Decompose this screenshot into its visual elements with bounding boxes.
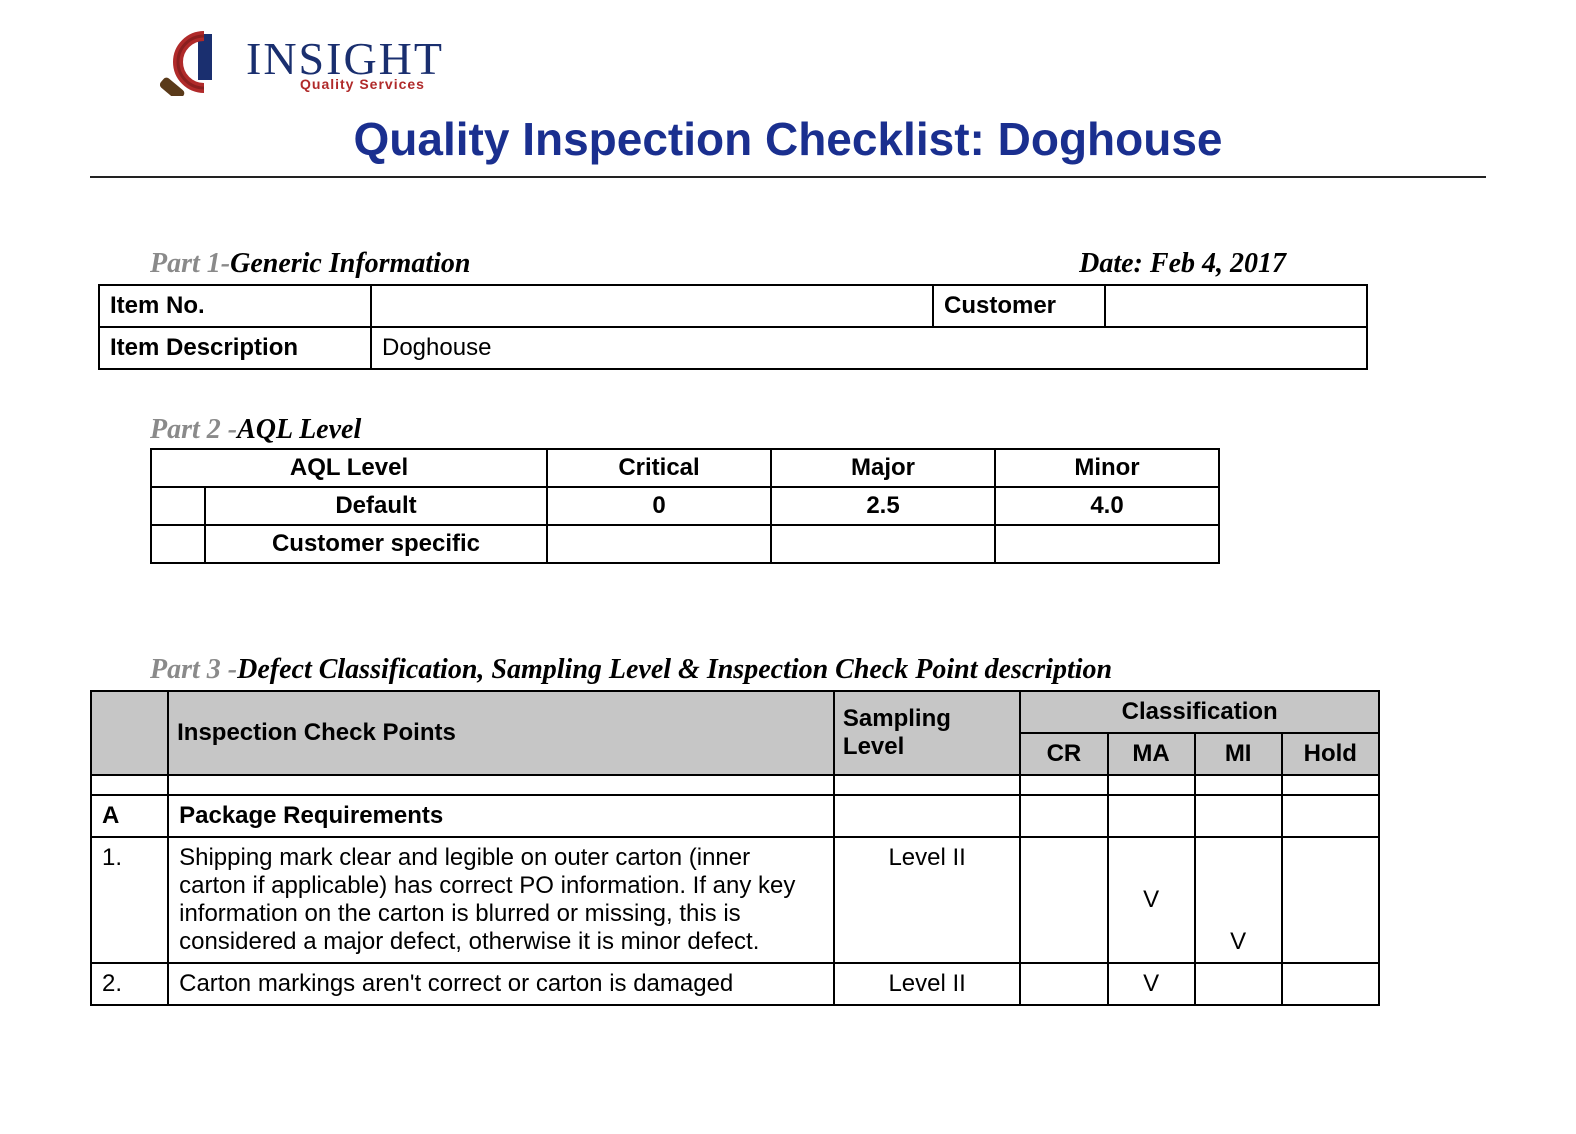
- aql-row-label: Customer specific: [205, 525, 547, 563]
- cp-cr: [1020, 837, 1107, 963]
- magnifier-icon: [160, 30, 252, 96]
- cp-num: 1.: [91, 837, 168, 963]
- part3-label-title: Defect Classification, Sampling Level & …: [237, 654, 1112, 685]
- aql-row-marker: [151, 487, 205, 525]
- part1-label-prefix: Part 1-: [150, 248, 230, 279]
- checkpoints-table: Inspection Check Points Sampling Level C…: [90, 690, 1380, 1006]
- table-row: A Package Requirements: [91, 795, 1379, 837]
- generic-info-table: Item No. Customer Item Description Dogho…: [98, 284, 1368, 370]
- cp-sampling: Level II: [834, 837, 1020, 963]
- major-header: Major: [771, 449, 995, 487]
- num-header: [91, 691, 168, 775]
- cp-cr: [1020, 963, 1107, 1005]
- classification-header: Classification: [1020, 691, 1379, 733]
- title-section: Quality Inspection Checklist: Doghouse: [90, 108, 1486, 178]
- checkpoints-header: Inspection Check Points: [168, 691, 834, 775]
- aql-critical: 0: [547, 487, 771, 525]
- part1-label-title: Generic Information: [230, 248, 470, 279]
- aql-critical: [547, 525, 771, 563]
- cp-ma: V: [1108, 963, 1195, 1005]
- date-label: Date:: [1079, 248, 1150, 279]
- cp-ma: V: [1108, 837, 1195, 963]
- customer-value: [1105, 285, 1367, 327]
- section-title: Package Requirements: [168, 795, 834, 837]
- cp-mi: [1195, 963, 1282, 1005]
- aql-row-label: Default: [205, 487, 547, 525]
- item-no-label: Item No.: [99, 285, 371, 327]
- cp-hold: [1282, 837, 1379, 963]
- part2-label-prefix: Part 2 -: [150, 414, 237, 445]
- part3-label-prefix: Part 3 -: [150, 654, 237, 685]
- part1-label: Part 1-Generic Information: [150, 248, 470, 280]
- sampling-header: Sampling Level: [834, 691, 1020, 775]
- date-value: Feb 4, 2017: [1150, 248, 1286, 279]
- document-page: INSIGHT Quality Services Quality Inspect…: [0, 0, 1576, 1134]
- aql-table: AQL Level Critical Major Minor Default 0…: [150, 448, 1220, 564]
- part2-label: Part 2 -AQL Level: [150, 414, 1486, 446]
- cp-num: 2.: [91, 963, 168, 1005]
- page-title: Quality Inspection Checklist: Doghouse: [90, 108, 1486, 176]
- table-row: Item Description Doghouse: [99, 327, 1367, 369]
- aql-minor: 4.0: [995, 487, 1219, 525]
- aql-minor: [995, 525, 1219, 563]
- cp-desc: Shipping mark clear and legible on outer…: [168, 837, 834, 963]
- cp-desc: Carton markings aren't correct or carton…: [168, 963, 834, 1005]
- table-row: Default 0 2.5 4.0: [151, 487, 1219, 525]
- company-logo: INSIGHT Quality Services: [160, 30, 500, 98]
- table-row: AQL Level Critical Major Minor: [151, 449, 1219, 487]
- aql-header: AQL Level: [151, 449, 547, 487]
- table-row: Inspection Check Points Sampling Level C…: [91, 691, 1379, 733]
- mi-header: MI: [1195, 733, 1282, 775]
- table-row: 1. Shipping mark clear and legible on ou…: [91, 837, 1379, 963]
- table-row: [91, 775, 1379, 795]
- customer-label: Customer: [933, 285, 1105, 327]
- table-row: Item No. Customer: [99, 285, 1367, 327]
- critical-header: Critical: [547, 449, 771, 487]
- part3-label: Part 3 -Defect Classification, Sampling …: [150, 654, 1486, 686]
- cp-mi: V: [1195, 837, 1282, 963]
- logo-subtitle: Quality Services: [300, 76, 425, 92]
- part2-label-title: AQL Level: [237, 414, 361, 445]
- cp-hold: [1282, 963, 1379, 1005]
- aql-row-marker: [151, 525, 205, 563]
- hold-header: Hold: [1282, 733, 1379, 775]
- aql-major: [771, 525, 995, 563]
- minor-header: Minor: [995, 449, 1219, 487]
- section-letter: A: [91, 795, 168, 837]
- part1-header-row: Part 1-Generic Information Date: Feb 4, …: [150, 248, 1426, 280]
- cr-header: CR: [1020, 733, 1107, 775]
- cp-sampling: Level II: [834, 963, 1020, 1005]
- ma-header: MA: [1108, 733, 1195, 775]
- item-no-value: [371, 285, 933, 327]
- table-row: Customer specific: [151, 525, 1219, 563]
- table-row: 2. Carton markings aren't correct or car…: [91, 963, 1379, 1005]
- item-desc-value: Doghouse: [371, 327, 1367, 369]
- aql-major: 2.5: [771, 487, 995, 525]
- item-desc-label: Item Description: [99, 327, 371, 369]
- date-field: Date: Feb 4, 2017: [1079, 248, 1286, 280]
